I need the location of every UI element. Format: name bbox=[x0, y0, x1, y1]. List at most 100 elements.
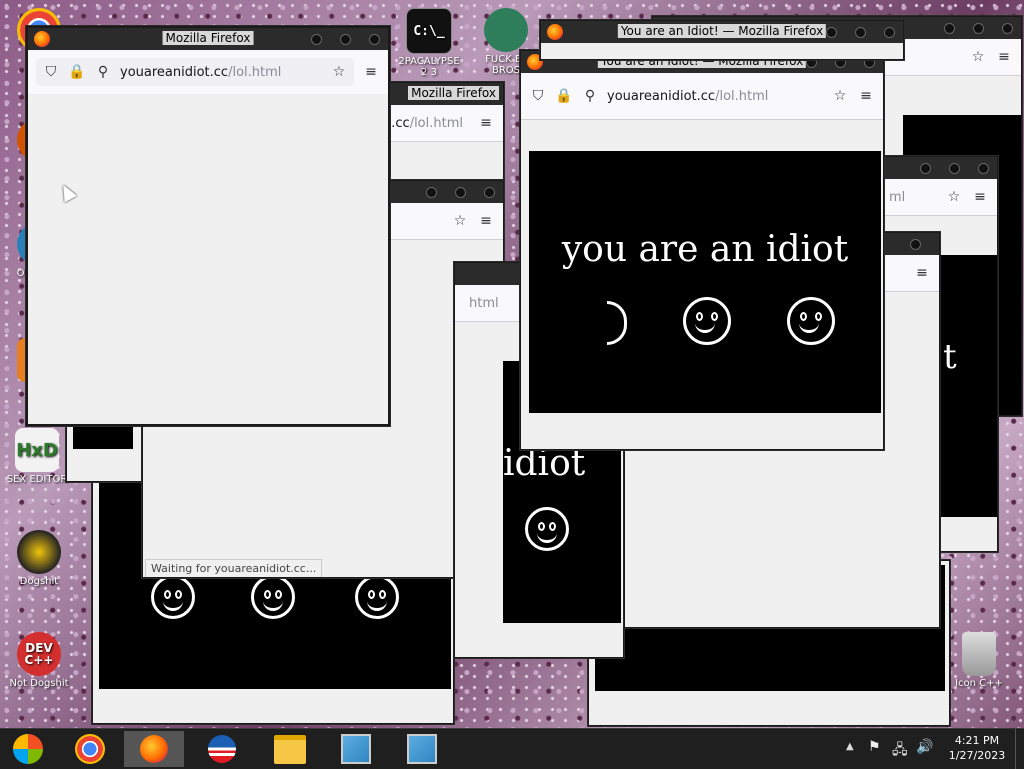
bookmark-star-icon[interactable]: ☆ bbox=[969, 48, 987, 66]
taskbar: ▲ ⚑ 🖧 🔊 4:21 PM 1/27/2023 bbox=[0, 728, 1024, 769]
headline: you are an idiot bbox=[561, 229, 849, 270]
taskbar-file-explorer[interactable] bbox=[262, 731, 318, 767]
firefox-icon bbox=[34, 31, 50, 47]
maximize-icon[interactable] bbox=[973, 23, 984, 34]
devcpp-icon: DEV C++ bbox=[17, 632, 61, 676]
desktop-icon-hxd[interactable]: HxD SEX EDITOR bbox=[4, 428, 70, 485]
close-icon[interactable] bbox=[978, 163, 989, 174]
minimize-icon[interactable] bbox=[920, 163, 931, 174]
smiley-icon bbox=[787, 297, 835, 345]
network-icon[interactable]: 🖧 bbox=[892, 739, 908, 763]
url-text[interactable]: youareanidiot.cc/lol.html bbox=[607, 89, 768, 104]
title-bar[interactable]: You are an Idiot! — Mozilla Firefox bbox=[541, 21, 903, 43]
firefox-icon bbox=[140, 735, 168, 763]
menu-icon[interactable]: ≡ bbox=[995, 48, 1013, 66]
menu-icon[interactable]: ≡ bbox=[477, 114, 495, 132]
taskbar-chrome[interactable] bbox=[62, 731, 118, 767]
window-title: Mozilla Firefox bbox=[408, 86, 499, 100]
page-content bbox=[28, 94, 388, 424]
cmd-icon: C:\_ bbox=[406, 8, 452, 54]
windows-start-icon bbox=[13, 734, 43, 764]
close-icon[interactable] bbox=[884, 27, 895, 38]
obama-logo-icon bbox=[208, 735, 236, 763]
desktop-icon-recycle[interactable]: Icon C++ bbox=[946, 632, 1012, 689]
start-button[interactable] bbox=[0, 731, 56, 767]
shield-icon[interactable]: ⛉ bbox=[529, 87, 547, 105]
desktop-icon-dogshit[interactable]: Dogshit bbox=[6, 530, 72, 587]
smiley-icon bbox=[355, 575, 399, 619]
idiot-content bbox=[73, 423, 133, 449]
minimize-icon[interactable] bbox=[426, 187, 437, 198]
firefox-icon bbox=[547, 24, 563, 40]
smiley-icon-partial bbox=[607, 301, 627, 345]
menu-icon[interactable]: ≡ bbox=[913, 264, 931, 282]
lock-icon[interactable]: 🔒 bbox=[68, 63, 86, 81]
window-title: You are an Idiot! — Mozilla Firefox bbox=[617, 24, 827, 38]
title-bar[interactable]: Mozilla Firefox bbox=[28, 28, 388, 50]
bookmark-star-icon[interactable]: ☆ bbox=[330, 63, 348, 81]
app-icon bbox=[484, 8, 528, 52]
app-icon bbox=[17, 530, 61, 574]
volume-icon[interactable]: 🔊 bbox=[916, 739, 933, 755]
smiley-icon bbox=[251, 575, 295, 619]
clock[interactable]: 4:21 PM 1/27/2023 bbox=[944, 733, 1010, 763]
idiot-content: t bbox=[941, 255, 997, 517]
permissions-icon[interactable]: ⚲ bbox=[581, 87, 599, 105]
close-icon[interactable] bbox=[369, 34, 380, 45]
url-text[interactable]: html bbox=[469, 296, 499, 311]
bookmark-star-icon[interactable]: ☆ bbox=[451, 212, 469, 230]
smiley-icon bbox=[525, 507, 569, 551]
headline: t bbox=[943, 337, 957, 377]
desktop-icon-2pac[interactable]: C:\_ 2PACALYPSE 2 3 bbox=[396, 8, 462, 78]
desktop-icon-label: Icon C++ bbox=[955, 678, 1003, 689]
menu-icon[interactable]: ≡ bbox=[477, 212, 495, 230]
idiot-content: you are an idiot bbox=[529, 151, 881, 413]
bookmark-star-icon[interactable]: ☆ bbox=[945, 188, 963, 206]
desktop-icon-label: SEX EDITOR bbox=[6, 474, 68, 485]
close-icon[interactable] bbox=[910, 239, 921, 250]
desktop-icon-label: Dogshit bbox=[19, 576, 59, 587]
close-icon[interactable] bbox=[1002, 23, 1013, 34]
main-firefox-window[interactable]: Mozilla Firefox ⛉ 🔒 ⚲ youareanidiot.cc/l… bbox=[26, 26, 390, 426]
desktop-icon-label: 2PACALYPSE 2 3 bbox=[398, 56, 460, 78]
desktop-icon-devcpp[interactable]: DEV C++ Not Dogshit bbox=[6, 632, 72, 689]
desktop-icon-label: Not Dogshit bbox=[9, 678, 69, 689]
menu-icon[interactable]: ≡ bbox=[857, 87, 875, 105]
permissions-icon[interactable]: ⚲ bbox=[94, 63, 112, 81]
popup-window-front-right[interactable]: You are an Idiot! — Mozilla Firefox ⛉ 🔒 … bbox=[520, 50, 884, 450]
url-text[interactable]: ml bbox=[889, 190, 905, 205]
bookmark-star-icon[interactable]: ☆ bbox=[831, 87, 849, 105]
url-bar[interactable]: ⛉ 🔒 ⚲ youareanidiot.cc/lol.html ☆ bbox=[36, 58, 354, 86]
chrome-icon bbox=[75, 734, 105, 764]
status-bar: Waiting for youareanidiot.cc... bbox=[145, 559, 323, 577]
maximize-icon[interactable] bbox=[949, 163, 960, 174]
taskbar-obama[interactable] bbox=[194, 731, 250, 767]
window-title: Mozilla Firefox bbox=[162, 31, 254, 45]
show-desktop-button[interactable] bbox=[1015, 729, 1024, 769]
maximize-icon[interactable] bbox=[855, 27, 866, 38]
menu-icon[interactable]: ≡ bbox=[971, 188, 989, 206]
url-text[interactable]: youareanidiot.cc/lol.html bbox=[120, 65, 281, 80]
title-bar[interactable] bbox=[875, 157, 997, 179]
nav-bar: ⛉ 🔒 ⚲ youareanidiot.cc/lol.html ☆ ≡ bbox=[28, 50, 388, 95]
smiley-icon bbox=[683, 297, 731, 345]
folder-icon bbox=[274, 734, 306, 764]
maximize-icon[interactable] bbox=[455, 187, 466, 198]
popup-window-top-mid[interactable]: You are an Idiot! — Mozilla Firefox bbox=[540, 20, 904, 60]
minimize-icon[interactable] bbox=[311, 34, 322, 45]
tray-expand-icon[interactable]: ▲ bbox=[846, 741, 854, 752]
taskbar-installer-1[interactable] bbox=[328, 731, 384, 767]
nav-bar: ml ☆ ≡ bbox=[875, 179, 997, 216]
minimize-icon[interactable] bbox=[826, 27, 837, 38]
maximize-icon[interactable] bbox=[340, 34, 351, 45]
flag-icon[interactable]: ⚑ bbox=[868, 739, 881, 755]
close-icon[interactable] bbox=[484, 187, 495, 198]
shield-icon[interactable]: ⛉ bbox=[42, 63, 60, 81]
menu-icon[interactable]: ≡ bbox=[362, 63, 380, 81]
taskbar-firefox[interactable] bbox=[124, 731, 184, 767]
lock-icon[interactable]: 🔒 bbox=[555, 87, 573, 105]
clock-date: 1/27/2023 bbox=[948, 749, 1006, 762]
taskbar-installer-2[interactable] bbox=[394, 731, 450, 767]
recycle-bin-icon bbox=[962, 632, 996, 676]
minimize-icon[interactable] bbox=[944, 23, 955, 34]
